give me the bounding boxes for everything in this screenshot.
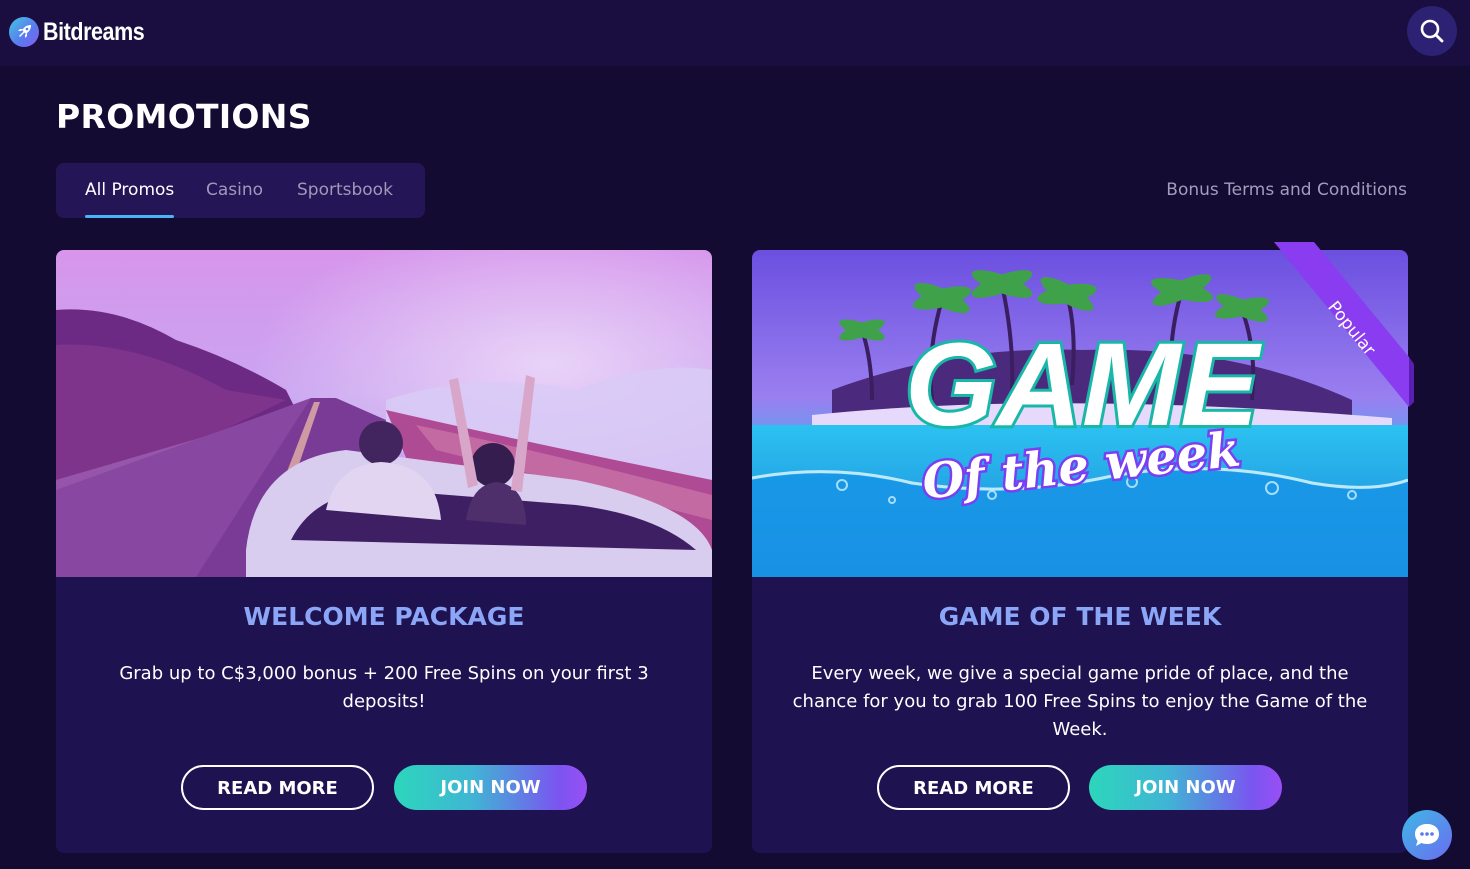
live-chat-button[interactable] — [1402, 810, 1452, 860]
rocket-icon — [9, 17, 39, 47]
promo-description: Grab up to C$3,000 bonus + 200 Free Spin… — [119, 663, 649, 712]
tab-all-promos[interactable]: All Promos — [85, 163, 175, 218]
promo-description: Every week, we give a special game pride… — [792, 663, 1368, 740]
brand-name: Bitdreams — [43, 17, 145, 46]
promo-card-welcome-package: WELCOME PACKAGE Grab up to C$3,000 bonus… — [56, 250, 712, 853]
top-navigation-bar: Bitdreams — [0, 0, 1470, 66]
welcome-package-image[interactable] — [56, 250, 712, 577]
search-icon — [1420, 19, 1444, 43]
tab-sportsbook[interactable]: Sportsbook — [297, 163, 393, 218]
read-more-button[interactable]: READ MORE — [181, 765, 374, 810]
bonus-terms-link[interactable]: Bonus Terms and Conditions — [1166, 180, 1407, 200]
tab-casino[interactable]: Casino — [206, 163, 263, 218]
promo-title: WELCOME PACKAGE — [243, 602, 525, 631]
read-more-button[interactable]: READ MORE — [877, 765, 1070, 810]
promo-tabs: All Promos Casino Sportsbook — [56, 163, 425, 218]
page-title: PROMOTIONS — [56, 97, 312, 136]
promo-title: GAME OF THE WEEK — [938, 602, 1222, 631]
join-now-button[interactable]: JOIN NOW — [394, 765, 587, 810]
brand-logo[interactable]: Bitdreams — [9, 16, 161, 48]
search-button[interactable] — [1407, 6, 1457, 56]
chat-bubble-icon — [1415, 824, 1439, 846]
promo-card-game-of-the-week: GAME Of the week GAME OF THE WEEK Every … — [752, 242, 1414, 853]
game-of-the-week-image[interactable]: GAME Of the week — [752, 250, 1408, 577]
join-now-button[interactable]: JOIN NOW — [1089, 765, 1282, 810]
